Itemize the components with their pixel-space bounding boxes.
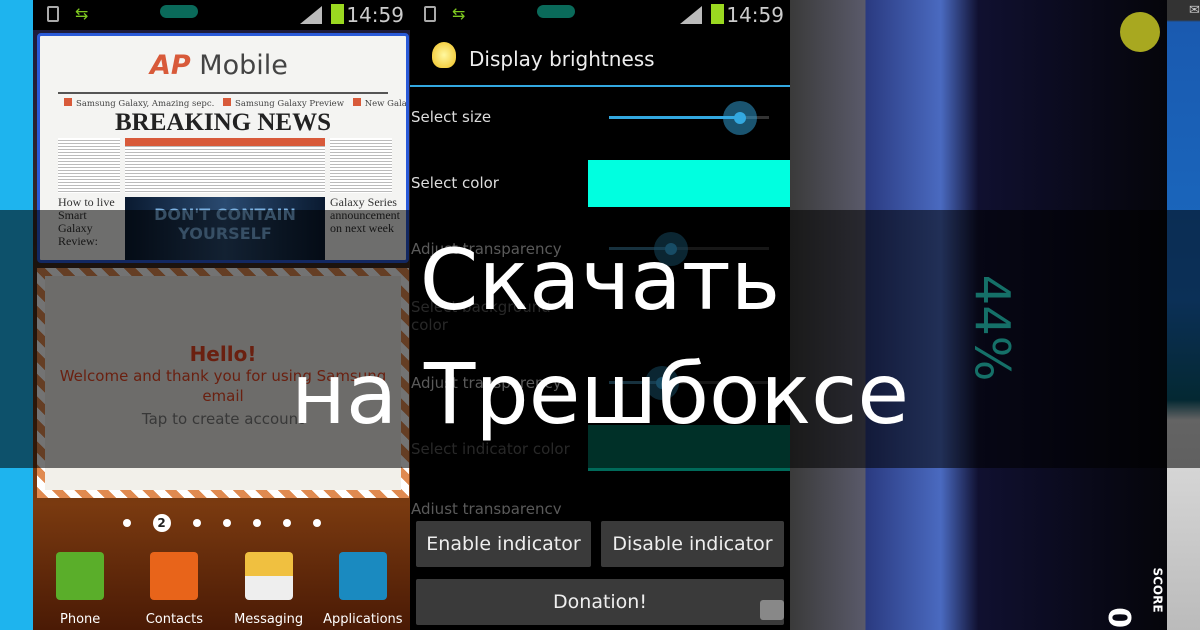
lightbulb-icon — [432, 42, 456, 68]
brightness-percent: 44% — [963, 274, 1020, 382]
applications-icon — [338, 552, 387, 600]
dock-label: Messaging — [234, 612, 304, 627]
slider-thumb[interactable] — [723, 101, 757, 135]
signal-icon — [300, 6, 322, 24]
page-dot[interactable] — [192, 519, 201, 527]
sd-card-icon — [47, 6, 59, 22]
indicator-color-label: Select indicator color — [411, 440, 570, 458]
indicator-color-swatch[interactable] — [588, 425, 790, 471]
select-color-label: Select color — [411, 174, 499, 192]
messaging-icon — [244, 552, 293, 600]
dock-applications[interactable]: Applications — [316, 552, 410, 627]
sync-icon: ⇆ — [75, 4, 89, 23]
size-slider[interactable] — [609, 101, 769, 135]
dock-label: Contacts — [145, 612, 204, 627]
background-color-label: Select background color — [411, 298, 551, 334]
title-bar: Display brightness — [410, 32, 790, 87]
ap-mobile-logo: AP Mobile — [150, 50, 288, 81]
page-dot[interactable] — [222, 519, 231, 527]
article-column — [330, 138, 392, 193]
dock-label: Applications — [323, 612, 403, 627]
page-indicator[interactable]: 2 — [33, 514, 410, 532]
color-swatch[interactable] — [588, 160, 790, 207]
email-widget[interactable]: Hello! Welcome and thank you for using S… — [37, 268, 409, 498]
background-strip — [0, 0, 33, 630]
transparency-slider[interactable] — [609, 366, 769, 400]
pause-button[interactable] — [1120, 12, 1160, 52]
headline-list: Samsung Galaxy, Amazing sepc. Samsung Ga… — [58, 98, 406, 109]
enable-indicator-button[interactable]: Enable indicator — [416, 521, 591, 567]
battery-icon — [331, 4, 344, 24]
disable-indicator-button[interactable]: Disable indicator — [601, 521, 784, 567]
status-bar: ⇆ 14:59 — [33, 0, 410, 30]
page-dot[interactable] — [252, 519, 261, 527]
dock: Phone Contacts Messaging Applications — [33, 552, 410, 627]
page-dot[interactable] — [282, 519, 291, 527]
news-widget[interactable]: AP Mobile Samsung Galaxy, Amazing sepc. … — [37, 33, 409, 263]
score-label: SCORE — [1150, 567, 1165, 613]
article-column — [125, 138, 325, 193]
sd-card-icon — [424, 6, 436, 22]
status-bar: ⇆ 14:59 — [410, 0, 790, 30]
create-account-link[interactable]: Tap to create account — [45, 410, 401, 428]
notification-pill-icon — [160, 5, 198, 18]
score-value: 0 — [1100, 607, 1136, 628]
transparency-slider[interactable] — [609, 232, 769, 266]
transparency-label: Adjust transparency — [411, 500, 562, 514]
battery-icon — [711, 4, 724, 24]
notification-pill-icon — [537, 5, 575, 18]
app-title: Display brightness — [469, 47, 655, 71]
mail-icon: ✉ — [1189, 3, 1200, 18]
dock-contacts[interactable]: Contacts — [127, 552, 221, 627]
breaking-news-title: BREAKING NEWS — [114, 109, 331, 136]
slider-thumb[interactable] — [645, 366, 679, 400]
signal-icon — [680, 6, 702, 24]
dock-label: Phone — [59, 612, 101, 627]
brightness-app-screen: ⇆ 14:59 Display brightness Select size S… — [410, 0, 790, 630]
headline[interactable]: Samsung Galaxy, Amazing sepc. — [58, 99, 214, 109]
home-screen: ⇆ 14:59 AP Mobile Samsung Galaxy, Amazin… — [33, 0, 410, 630]
email-welcome: Welcome and thank you for using Samsung … — [59, 367, 387, 405]
email-hello: Hello! — [189, 342, 257, 366]
headline[interactable]: Samsung Galaxy Preview — [217, 99, 344, 109]
donation-button[interactable]: Donation! — [416, 579, 784, 625]
news-photo: DON'T CONTAIN YOURSELF — [125, 197, 325, 260]
page-dot[interactable] — [312, 519, 321, 527]
transparency-label: Adjust transparency — [411, 240, 562, 258]
story-left[interactable]: How to live Smart Galaxy Review: — [58, 196, 120, 248]
select-size-label: Select size — [411, 108, 492, 126]
article-column — [58, 138, 120, 193]
phone-icon — [56, 552, 105, 600]
page-dot[interactable] — [122, 519, 131, 527]
headline[interactable]: New Galaxy Series — [347, 99, 406, 109]
story-right[interactable]: Galaxy Series announcement on next week — [330, 196, 400, 235]
camera-icon — [760, 600, 784, 620]
sync-icon: ⇆ — [452, 4, 466, 23]
status-time: 14:59 — [726, 3, 784, 27]
divider — [58, 92, 388, 94]
dock-messaging[interactable]: Messaging — [222, 552, 316, 627]
transparency-label: Adjust transparency — [411, 374, 562, 392]
slider-thumb[interactable] — [654, 232, 688, 266]
contacts-icon — [150, 552, 199, 600]
page-dot-current[interactable]: 2 — [152, 514, 171, 532]
dock-phone[interactable]: Phone — [33, 552, 127, 627]
status-time: 14:59 — [346, 3, 404, 27]
partial-screen: ✉ — [1167, 0, 1200, 630]
